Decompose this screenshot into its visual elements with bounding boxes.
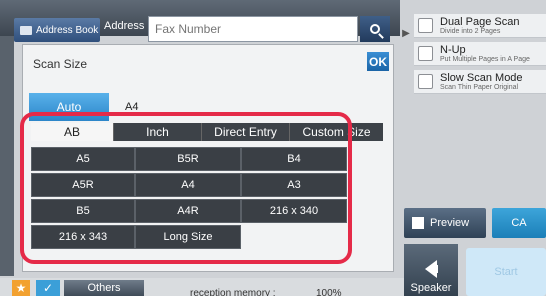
option-n-up[interactable]: N-Up Put Multiple Pages in A Page — [414, 42, 546, 66]
others-button[interactable]: Others — [64, 280, 144, 296]
dialog-title: Scan Size — [33, 57, 88, 71]
speaker-label: Speaker — [410, 282, 452, 294]
address-book-icon — [20, 25, 32, 35]
n-up-checkbox[interactable] — [418, 46, 433, 61]
search-icon — [370, 24, 380, 34]
highlight-outline — [20, 112, 352, 264]
preview-label: Preview — [430, 217, 470, 229]
option-title: N-Up — [440, 44, 466, 56]
speaker-button[interactable]: Speaker — [404, 244, 458, 296]
favorite-star-icon[interactable]: ★ — [12, 280, 30, 296]
preview-button[interactable]: Preview — [404, 208, 486, 238]
expand-panel-icon[interactable]: ▶ — [400, 28, 414, 44]
dual-page-scan-checkbox[interactable] — [418, 18, 433, 33]
start-button[interactable]: Start — [466, 248, 546, 296]
left-strip — [0, 36, 14, 276]
reception-memory-label: reception memory : — [190, 288, 276, 296]
option-title: Dual Page Scan — [440, 16, 520, 28]
reception-memory-value: 100% — [316, 288, 342, 296]
option-slow-scan-mode[interactable]: Slow Scan Mode Scan Thin Paper Original — [414, 70, 546, 94]
checkmark-icon[interactable]: ✓ — [36, 280, 60, 296]
address-label: Address — [104, 20, 145, 32]
option-subtitle: Put Multiple Pages in A Page — [440, 56, 530, 63]
address-book-label: Address Book — [36, 24, 99, 36]
option-title: Slow Scan Mode — [440, 72, 523, 84]
slow-scan-mode-checkbox[interactable] — [418, 74, 433, 89]
address-book-button[interactable]: Address Book — [14, 18, 100, 42]
ok-button[interactable]: OK — [367, 52, 389, 71]
search-button[interactable] — [360, 16, 390, 42]
option-dual-page-scan[interactable]: Dual Page Scan Divide into 2 Pages — [414, 14, 546, 38]
ca-button[interactable]: CA — [492, 208, 546, 238]
option-subtitle: Divide into 2 Pages — [440, 28, 501, 35]
preview-icon — [412, 217, 424, 229]
speaker-icon — [425, 260, 438, 278]
option-subtitle: Scan Thin Paper Original — [440, 84, 519, 91]
fax-number-input[interactable] — [148, 16, 358, 42]
